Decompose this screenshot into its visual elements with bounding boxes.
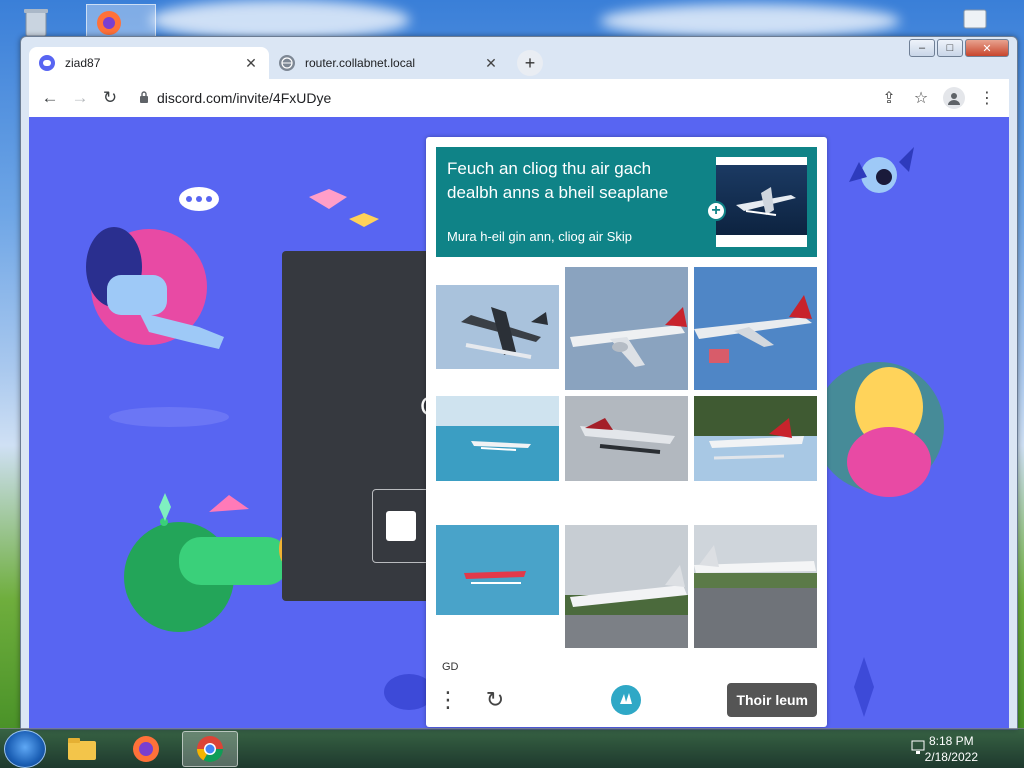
invite-card: C <box>282 251 442 601</box>
chrome-taskbar-icon[interactable] <box>182 730 238 767</box>
hcaptcha-logo-icon[interactable] <box>610 684 642 716</box>
firefox-taskbar-icon[interactable] <box>118 731 174 767</box>
taskbar: 8:18 PM 2/18/2022 <box>0 728 1024 768</box>
address-bar[interactable]: discord.com/invite/4FxUDye <box>133 83 865 113</box>
captcha-image-8[interactable] <box>565 525 688 648</box>
maximize-button[interactable]: □ <box>937 39 963 57</box>
tab-label: ziad87 <box>65 56 101 70</box>
language-code[interactable]: GD <box>442 661 459 673</box>
captcha-challenge: Feuch an cliog thu air gach dealbh anns … <box>426 137 827 727</box>
close-tab-icon[interactable]: ✕ <box>243 55 259 72</box>
start-button-icon[interactable] <box>4 729 46 768</box>
captcha-image-7[interactable] <box>436 525 559 648</box>
tab-strip: ziad87 ✕ router.collabnet.local ✕ + <box>29 45 543 79</box>
server-icon <box>386 511 416 541</box>
desktop-cloud <box>600 4 900 38</box>
lock-icon[interactable] <box>139 90 149 106</box>
captcha-image-2[interactable] <box>565 267 688 390</box>
browser-toolbar: ← → ↻ discord.com/invite/4FxUDye ⇪ ☆ ⋮ <box>29 79 1009 117</box>
back-arrow-icon[interactable]: ← <box>35 83 65 113</box>
bookmark-star-icon[interactable]: ☆ <box>905 83 937 113</box>
minimize-button[interactable]: – <box>909 39 935 57</box>
captcha-header: Feuch an cliog thu air gach dealbh anns … <box>436 147 817 257</box>
tab-router[interactable]: router.collabnet.local ✕ <box>269 47 509 79</box>
tab-discord[interactable]: ziad87 ✕ <box>29 47 269 79</box>
tab-label: router.collabnet.local <box>305 56 416 70</box>
share-icon[interactable]: ⇪ <box>873 83 905 113</box>
window-controls: – □ ✕ <box>909 39 1009 57</box>
discord-icon <box>39 55 55 71</box>
reload-icon[interactable]: ↻ <box>95 83 125 113</box>
captcha-prompt: Feuch an cliog thu air gach dealbh anns … <box>447 159 669 202</box>
captcha-image-9[interactable] <box>694 525 817 648</box>
desktop-cloud <box>150 0 410 40</box>
captcha-image-3[interactable] <box>694 267 817 390</box>
network-desktop-icon[interactable] <box>954 6 998 38</box>
captcha-image-4[interactable] <box>436 396 559 519</box>
captcha-image-1[interactable] <box>436 267 559 390</box>
menu-kebab-icon[interactable]: ⋮ <box>971 83 1003 113</box>
recycle-bin-icon[interactable] <box>16 6 60 38</box>
captcha-menu-icon[interactable]: ⋮ <box>436 685 460 715</box>
captcha-footer: ⋮ ↻ Thoir leum <box>436 681 817 719</box>
expand-example-icon[interactable]: + <box>706 201 726 221</box>
network-tray-icon[interactable] <box>910 739 926 755</box>
firefox-desktop-icon[interactable] <box>86 4 156 38</box>
close-tab-icon[interactable]: ✕ <box>483 55 499 72</box>
taskbar-clock[interactable]: 8:18 PM 2/18/2022 <box>925 733 978 765</box>
clock-date: 2/18/2022 <box>924 750 978 764</box>
profile-avatar-icon[interactable] <box>943 87 965 109</box>
forward-arrow-icon[interactable]: → <box>65 83 95 113</box>
new-tab-button[interactable]: + <box>517 50 543 76</box>
captcha-image-6[interactable] <box>694 396 817 519</box>
url-text: discord.com/invite/4FxUDye <box>157 90 332 106</box>
clock-time: 8:18 PM <box>928 734 974 748</box>
captcha-hint: Mura h-eil gin ann, cliog air Skip <box>447 229 632 244</box>
close-window-button[interactable]: ✕ <box>965 39 1009 57</box>
captcha-image-5[interactable] <box>565 396 688 519</box>
captcha-image-grid <box>436 267 817 648</box>
skip-button[interactable]: Thoir leum <box>727 683 817 717</box>
captcha-example-image: + <box>706 157 807 247</box>
globe-icon <box>279 55 295 71</box>
file-explorer-taskbar-icon[interactable] <box>54 731 110 767</box>
captcha-refresh-icon[interactable]: ↻ <box>480 685 510 715</box>
